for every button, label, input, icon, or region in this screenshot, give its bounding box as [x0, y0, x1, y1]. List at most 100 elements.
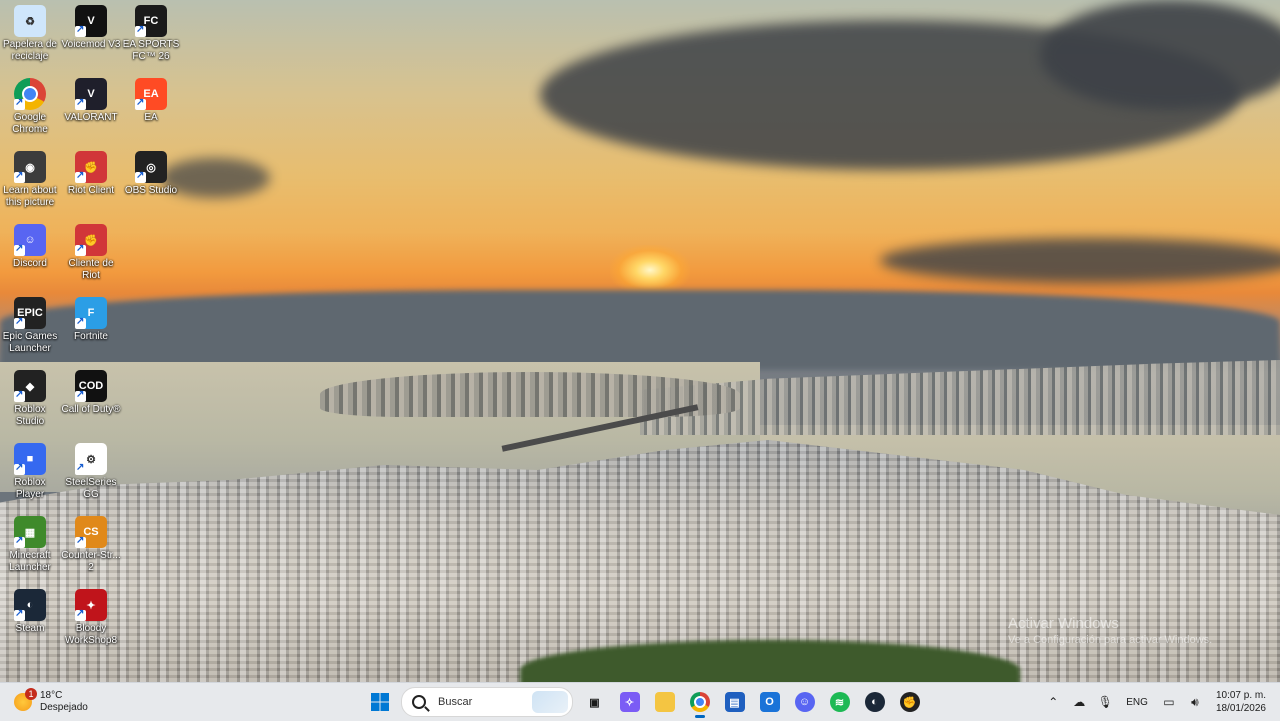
store-button[interactable]: ▤	[719, 686, 751, 718]
file-explorer-taskview[interactable]: ▣	[579, 686, 611, 718]
desktop-shortcut-label: Learn about this picture	[3, 185, 57, 208]
volume-icon[interactable]: 🔊︎	[1184, 691, 1206, 713]
desktop-shortcut-label: Roblox Player	[14, 477, 46, 500]
desktop-shortcut[interactable]: ✦Bloody WorkShop8	[61, 584, 121, 656]
chevron-up-icon[interactable]: ⌃	[1042, 691, 1064, 713]
spotify-icon: ≋	[829, 692, 850, 712]
desktop-shortcut-label: EA	[144, 112, 158, 123]
clock[interactable]: 10:07 p. m. 18/01/2026	[1216, 689, 1266, 715]
shortcut-arrow-icon	[14, 608, 25, 621]
desktop-shortcut[interactable]: EA EA	[121, 73, 181, 145]
copilot-icon: ✧	[619, 692, 640, 712]
pinned-apps: ▣ ✧ ▤ O ☺ ≋ ◐ ✊	[577, 686, 927, 718]
taskbar-search[interactable]: Buscar	[401, 687, 573, 717]
counter-strike-icon: CS	[75, 516, 107, 548]
steam-icon: ◐	[14, 589, 46, 621]
taskbar: 1 18°C Despejado Buscar ▣ ✧ ▤ O ☺ ≋ ◐ ✊ ⌃ ☁ 🎙︎ …	[0, 682, 1280, 721]
folder-icon	[654, 692, 675, 712]
shortcut-arrow-icon	[75, 316, 86, 329]
desktop-shortcut-label: Riot Client	[67, 185, 115, 196]
desktop-shortcut[interactable]: Google Chrome	[0, 73, 60, 145]
valorant-icon: V	[75, 78, 107, 110]
steam-taskbar-button[interactable]: ◐	[859, 686, 891, 718]
shortcut-arrow-icon	[14, 316, 25, 329]
desktop-shortcut-label: Discord	[13, 258, 47, 269]
copilot-button[interactable]: ✧	[614, 686, 646, 718]
discord-icon: ☺	[14, 224, 46, 256]
desktop-shortcut[interactable]: ◐ Steam	[0, 584, 60, 656]
shortcut-arrow-icon	[14, 97, 25, 110]
voicemod-icon: V	[75, 5, 107, 37]
desktop-shortcut[interactable]: FCEA SPORTS FC™ 26	[121, 0, 181, 72]
fortnite-icon: F	[75, 297, 107, 329]
outlook-button[interactable]: O	[754, 686, 786, 718]
network-icon[interactable]: ▭	[1158, 691, 1180, 713]
store-icon: ▤	[724, 692, 745, 712]
clock-time: 10:07 p. m.	[1215, 690, 1266, 701]
weather-temperature: 18°C	[40, 690, 63, 701]
shortcut-arrow-icon	[135, 170, 146, 183]
cloud-offline-icon[interactable]: ☁	[1068, 691, 1090, 713]
desktop-shortcut-label: Papelera de reciclaje	[3, 39, 57, 62]
desktop-wallpaper: Activar Windows Ve a Configuración para …	[0, 0, 1280, 682]
camera-icon: ◉	[14, 151, 46, 183]
bloody-icon: ✦	[75, 589, 107, 621]
desktop-shortcut-label: Steam	[15, 623, 45, 634]
desktop-shortcut[interactable]: ▦Minecraft Launcher	[0, 511, 60, 583]
minecraft-icon: ▦	[14, 516, 46, 548]
shortcut-arrow-icon	[75, 608, 86, 621]
desktop-shortcut-label: SteelSeries GG	[65, 477, 117, 500]
system-tray: ⌃ ☁ 🎙︎ ENG ▭ 🔊︎ 10:07 p. m. 18/01/2026	[1040, 686, 1280, 718]
desktop-shortcut-label: VALORANT	[64, 112, 118, 123]
outlook-icon: O	[759, 692, 780, 712]
riot-taskbar-button[interactable]: ✊	[894, 686, 926, 718]
desktop-shortcut-label: Roblox Studio	[14, 404, 46, 427]
desktop-shortcut[interactable]: ✊Cliente de Riot	[61, 219, 121, 291]
roblox-studio-icon: ◆	[14, 370, 46, 402]
desktop-shortcut-label: Fortnite	[74, 331, 108, 342]
chrome-taskbar-button[interactable]	[684, 686, 716, 718]
search-highlight-icon	[532, 691, 568, 713]
desktop-shortcut[interactable]: V VALORANT	[61, 73, 121, 145]
weather-notification-badge: 1	[25, 688, 37, 700]
shortcut-arrow-icon	[75, 389, 86, 402]
desktop-shortcut[interactable]: F Fortnite	[61, 292, 121, 364]
spotify-button[interactable]: ≋	[824, 686, 856, 718]
chrome-icon	[14, 78, 46, 110]
shortcut-arrow-icon	[14, 462, 25, 475]
shortcut-arrow-icon	[14, 535, 25, 548]
desktop-shortcut[interactable]: V Voicemod V3	[61, 0, 121, 72]
shortcut-arrow-icon	[75, 24, 86, 37]
obs-icon: ◎	[135, 151, 167, 183]
desktop-shortcut[interactable]: COD Call of Duty®	[61, 365, 121, 437]
watermark-title: Activar Windows	[1008, 615, 1119, 632]
shortcut-arrow-icon	[75, 462, 86, 475]
start-button[interactable]	[364, 686, 396, 718]
desktop-shortcut[interactable]: ◆Roblox Studio	[0, 365, 60, 437]
desktop-shortcut[interactable]: ■Roblox Player	[0, 438, 60, 510]
desktop-shortcut[interactable]: CSCounter-Str... 2	[61, 511, 121, 583]
ea-icon: EA	[135, 78, 167, 110]
desktop-shortcut[interactable]: ⚙SteelSeries GG	[61, 438, 121, 510]
call-of-duty-icon: COD	[75, 370, 107, 402]
desktop-shortcut-label: OBS Studio	[124, 185, 178, 196]
steelseries-icon: ⚙	[75, 443, 107, 475]
taskbar-center: Buscar ▣ ✧ ▤ O ☺ ≋ ◐ ✊	[362, 686, 927, 718]
microphone-icon[interactable]: 🎙︎	[1094, 691, 1116, 713]
desktop-shortcut[interactable]: ◎ OBS Studio	[121, 146, 181, 218]
weather-widget[interactable]: 1 18°C Despejado	[14, 687, 88, 717]
language-indicator[interactable]: ENG	[1126, 697, 1148, 708]
weather-sun-icon: 1	[14, 688, 37, 711]
desktop-shortcut[interactable]: ✊ Riot Client	[61, 146, 121, 218]
shortcut-arrow-icon	[14, 389, 25, 402]
windows-start-icon	[370, 693, 389, 711]
desktop-shortcut[interactable]: ◉Learn about this picture	[0, 146, 60, 218]
riot-fist-icon: ✊	[75, 224, 107, 256]
file-explorer-button[interactable]	[649, 686, 681, 718]
discord-taskbar-button[interactable]: ☺	[789, 686, 821, 718]
desktop-shortcut[interactable]: ♻ Papelera de reciclaje	[0, 0, 60, 72]
desktop-shortcut[interactable]: ☺ Discord	[0, 219, 60, 291]
desktop-shortcut[interactable]: EPICEpic Games Launcher	[0, 292, 60, 364]
wallpaper-cloud	[880, 238, 1280, 283]
desktop-shortcut-label: Cliente de Riot	[68, 258, 114, 281]
